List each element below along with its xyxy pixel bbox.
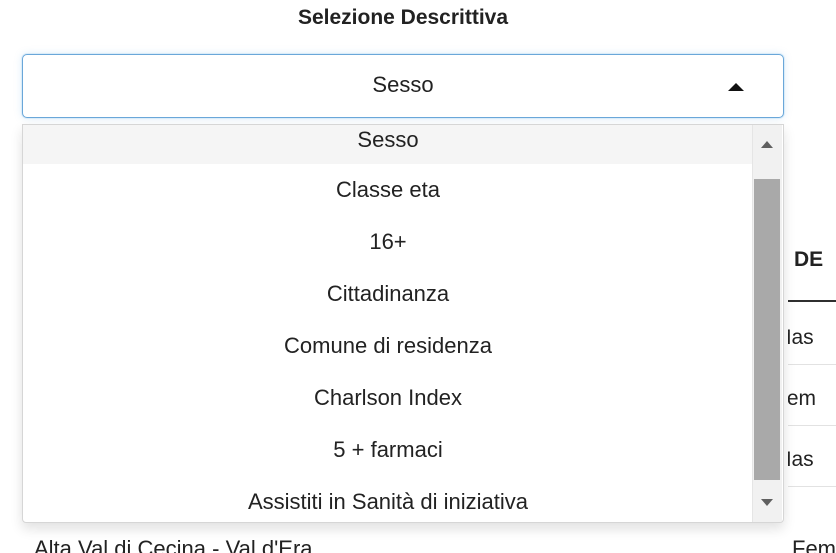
option-charlson-index[interactable]: Charlson Index: [23, 372, 753, 424]
background-table-cell-partial: Fem: [792, 536, 836, 553]
section-title: Selezione Descrittiva: [297, 6, 509, 29]
option-cittadinanza[interactable]: Cittadinanza: [23, 268, 753, 320]
option-16-plus[interactable]: 16+: [23, 216, 753, 268]
caret-up-icon[interactable]: [728, 83, 744, 91]
dropdown-scrollbar[interactable]: [752, 125, 782, 522]
scroll-down-icon[interactable]: [761, 499, 773, 506]
table-header-divider: [788, 300, 836, 302]
table-row: Mas: [788, 436, 836, 487]
descriptive-selection-select[interactable]: Sesso: [22, 54, 784, 118]
option-classe-eta[interactable]: Classe eta: [23, 164, 753, 216]
table-row: Fem: [788, 375, 836, 426]
table-row: Mas: [788, 314, 836, 365]
background-location-partial: Alta Val di Cecina - Val d'Era: [34, 536, 313, 553]
selected-value: Sesso: [372, 72, 434, 97]
option-assistiti-sanita-iniziativa[interactable]: Assistiti in Sanità di iniziativa: [23, 476, 753, 522]
table-row-label-partial: Mas: [788, 448, 814, 471]
option-comune-di-residenza[interactable]: Comune di residenza: [23, 320, 753, 372]
table-row-label-partial: Mas: [788, 326, 814, 349]
option-5-plus-farmaci[interactable]: 5 + farmaci: [23, 424, 753, 476]
descriptive-selection-panel: Selezione Descrittiva Sesso DE Mas Fem M…: [0, 0, 836, 553]
options-list: Sesso Classe eta 16+ Cittadinanza Comune…: [23, 125, 753, 522]
scroll-up-icon[interactable]: [761, 141, 773, 148]
background-table-fragment: DE Mas Fem Mas: [788, 0, 836, 553]
scroll-thumb[interactable]: [754, 179, 780, 480]
table-row-label-partial: Fem: [788, 387, 816, 410]
options-dropdown[interactable]: Sesso Classe eta 16+ Cittadinanza Comune…: [22, 124, 784, 523]
option-sesso[interactable]: Sesso: [23, 125, 753, 164]
table-header-partial: DE: [794, 248, 824, 271]
